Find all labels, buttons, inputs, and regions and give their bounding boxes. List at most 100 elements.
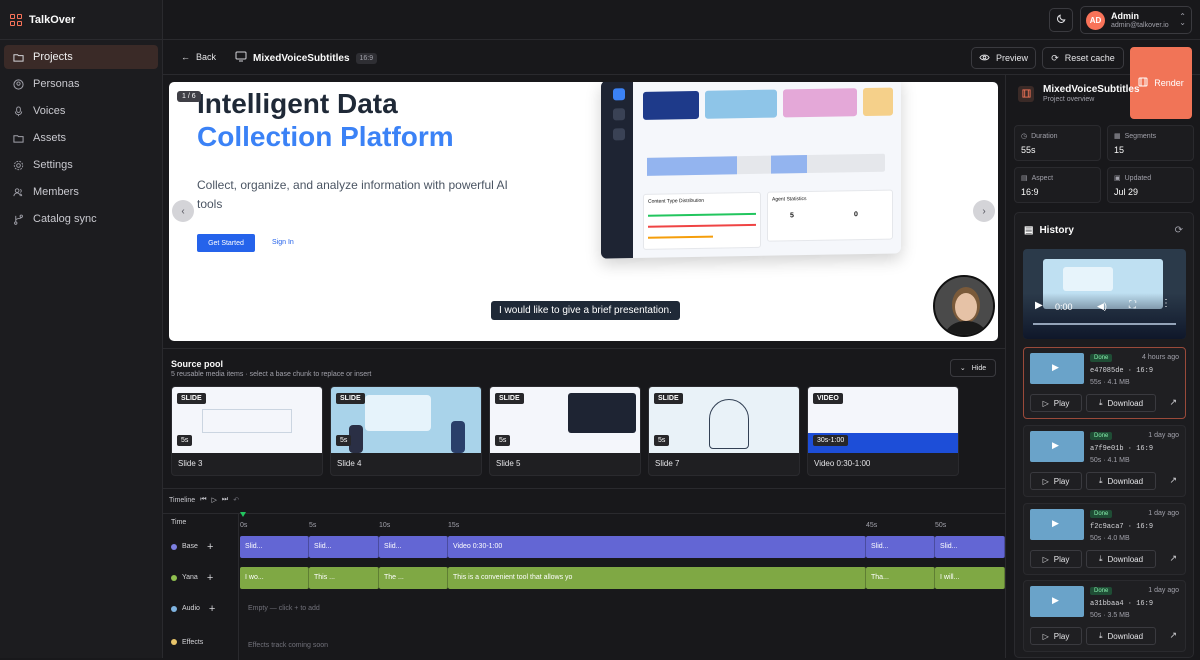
sidebar-item-voices[interactable]: Voices [4,99,158,123]
reset-cache-button[interactable]: ⟳ Reset cache [1042,47,1124,69]
film-icon: ▤ [1021,175,1028,182]
base-clip[interactable]: Slid... [379,536,448,558]
refresh-icon[interactable]: ⟳ [1175,225,1183,236]
base-clip[interactable]: Slid... [866,536,935,558]
play-icon: ▶ [1052,595,1059,605]
render-item[interactable]: ▶ Done 1 day ago f2c9aca7 · 16:9 50s · 4… [1023,503,1186,575]
render-thumbnail: ▶ [1030,431,1084,462]
gear-icon [12,159,24,171]
play-button[interactable]: ▷ Play [1030,627,1082,645]
sign-in-link[interactable]: Sign In [272,239,294,246]
sidebar-item-label: Assets [33,132,67,144]
track-name: Effects [182,638,204,646]
external-link-icon[interactable]: ↗ [1169,475,1177,486]
ruler-tick: 50s [935,522,947,529]
project-title: MixedVoiceSubtitles 16:9 [235,51,378,65]
source-type-tag: VIDEO [813,393,843,404]
render-aspect: 16:9 [1136,523,1154,531]
voice-clip[interactable]: The ... [379,567,448,589]
download-label: Download [1107,554,1144,564]
theme-toggle-button[interactable] [1049,8,1073,32]
play-button[interactable]: ▷ Play [1030,550,1082,568]
film-icon: ▤ [1024,225,1034,236]
source-card[interactable]: SLIDE 5s Slide 4 [330,386,482,476]
skip-forward-icon[interactable]: ⏭ [222,496,228,504]
download-button[interactable]: ⤓ Download [1086,550,1156,568]
user-menu[interactable]: AD Admin admin@talkover.io ⌃ ⌄ [1080,6,1192,34]
app-logo[interactable]: TalkOver [0,0,162,40]
source-card[interactable]: SLIDE 5s Slide 3 [171,386,323,476]
video-player[interactable]: ▶ 0:00 ◀) ⛶ ⋮ [1023,249,1186,339]
volume-icon[interactable]: ◀) [1097,301,1107,312]
prev-slide-button[interactable]: ‹ [172,200,194,222]
download-button[interactable]: ⤓ Download [1086,627,1156,645]
source-card[interactable]: VIDEO 30s-1:00 Video 0:30-1:00 [807,386,959,476]
render-aspect: 16:9 [1136,367,1154,375]
slide-heading-line2: Collection Platform [197,121,454,152]
render-item[interactable]: ▶ Done 4 hours ago e47085de · 16:9 55s ·… [1023,347,1186,419]
folder-icon [12,51,24,63]
subtitle-caption: I would like to give a brief presentatio… [491,301,680,320]
track-color-dot [171,543,177,550]
user-email: admin@talkover.io [1111,22,1169,29]
sidebar-item-personas[interactable]: Personas [4,72,158,96]
playhead-marker[interactable] [240,512,246,517]
play-button[interactable]: ▷ Play [1030,472,1082,490]
source-card[interactable]: SLIDE 5s Slide 5 [489,386,641,476]
sidebar-item-settings[interactable]: Settings [4,153,158,177]
play-icon[interactable]: ▶ [1035,300,1043,311]
play-button[interactable]: ▷ Play [1030,394,1082,412]
render-item[interactable]: ▶ Done 1 day ago a31bbaa4 · 16:9 50s · 3… [1023,580,1186,652]
track-effects: Effects [163,624,239,660]
add-icon[interactable]: + [209,603,215,615]
audio-empty-hint: Empty — click + to add [248,605,320,612]
base-clip[interactable]: Slid... [240,536,309,558]
undo-icon[interactable]: ↶ [233,496,239,504]
render-aspect: 16:9 [1136,445,1154,453]
track-audio: Audio + [163,593,239,624]
render-age: 1 day ago [1148,587,1179,594]
download-button[interactable]: ⤓ Download [1086,394,1156,412]
video-progress-bar[interactable] [1033,323,1176,325]
voice-clip[interactable]: Tha... [866,567,935,589]
stat-duration: ◷ Duration 55s [1014,125,1101,161]
external-link-icon[interactable]: ↗ [1169,630,1177,641]
play-icon[interactable]: ▷ [212,496,217,504]
skip-back-icon[interactable]: ⏮ [200,496,206,504]
render-item[interactable]: ▶ Done 1 day ago a7f9e01b · 16:9 50s · 4… [1023,425,1186,497]
external-link-icon[interactable]: ↗ [1169,397,1177,408]
sidebar-item-assets[interactable]: Assets [4,126,158,150]
base-clip[interactable]: Slid... [935,536,1005,558]
overview-title: MixedVoiceSubtitles [1043,84,1140,95]
hide-pool-button[interactable]: ⌄ Hide [950,359,996,377]
eye-icon [979,53,990,64]
calendar-icon: ▣ [1114,175,1121,182]
timeline-header: Timeline ⏮ ▷ ⏭ ↶ [169,496,239,504]
base-clip[interactable]: Slid... [309,536,379,558]
play-label: Play [1053,554,1070,564]
more-icon[interactable]: ⋮ [1161,298,1171,309]
mock-panel-title-1: Content Type Distribution [648,197,705,205]
back-button[interactable]: ← Back [181,52,216,62]
base-clip[interactable]: Video 0:30-1:00 [448,536,866,558]
external-link-icon[interactable]: ↗ [1169,553,1177,564]
voice-clip[interactable]: This is a convenient tool that allows yo [448,567,866,589]
sidebar-item-members[interactable]: Members [4,180,158,204]
sidebar-item-projects[interactable]: Projects [4,45,158,69]
project-name: MixedVoiceSubtitles [253,52,350,64]
fullscreen-icon[interactable]: ⛶ [1129,300,1136,311]
get-started-button[interactable]: Get Started [197,234,255,252]
preview-button[interactable]: Preview [971,47,1036,69]
voice-clip[interactable]: This ... [309,567,379,589]
next-slide-button[interactable]: › [973,200,995,222]
source-label: Video 0:30-1:00 [814,459,871,468]
slide-preview: Intelligent Data Collection Platform 1 /… [169,82,998,341]
sidebar-item-catalog-sync[interactable]: Catalog sync [4,207,158,231]
voice-clip[interactable]: I will... [935,567,1005,589]
download-button[interactable]: ⤓ Download [1086,472,1156,490]
source-card[interactable]: SLIDE 5s Slide 7 [648,386,800,476]
voice-clip[interactable]: I wo... [240,567,309,589]
add-icon[interactable]: + [207,541,213,553]
overview-subtitle: Project overview [1043,96,1095,103]
add-icon[interactable]: + [207,572,213,584]
